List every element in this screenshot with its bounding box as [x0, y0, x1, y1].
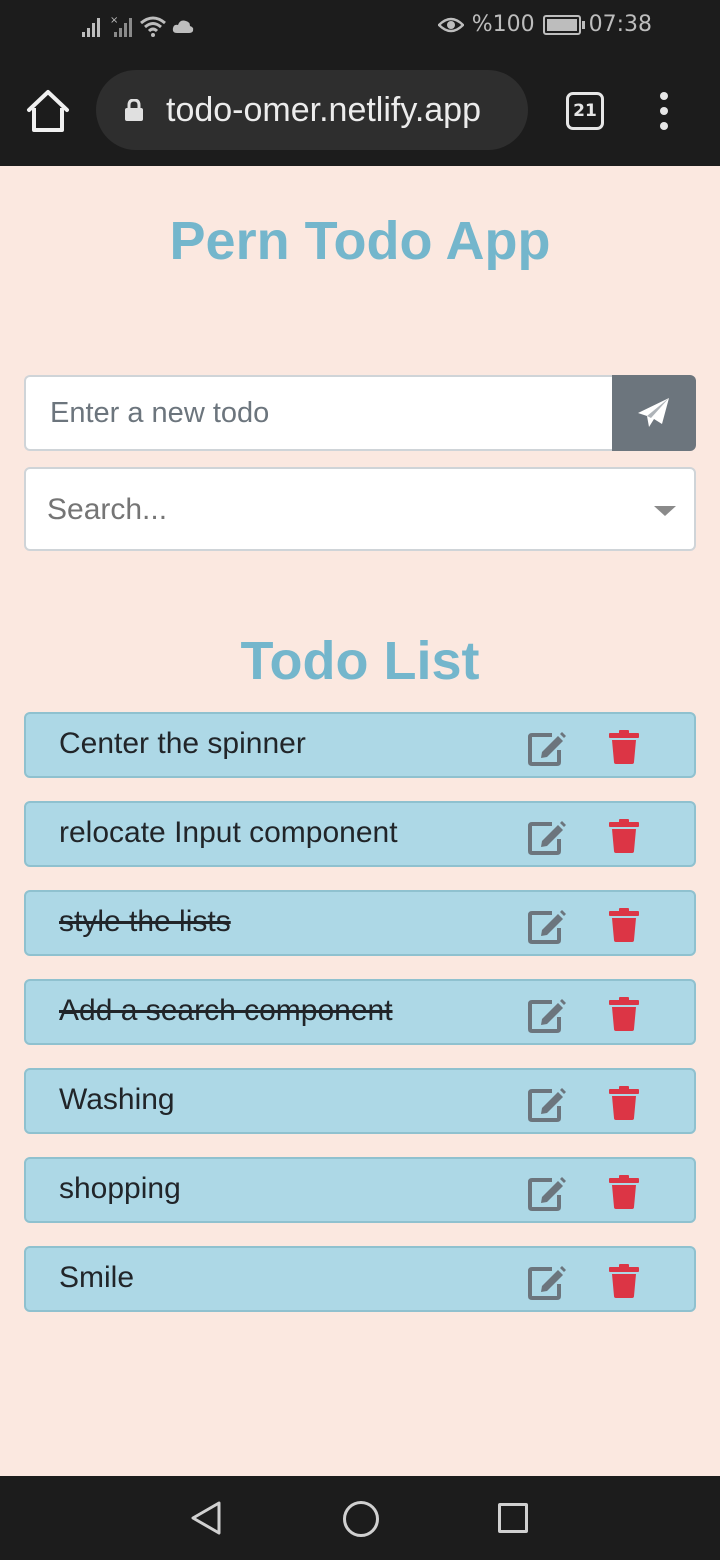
todo-text[interactable]: Smile [59, 1261, 134, 1295]
more-vertical-icon[interactable] [652, 92, 676, 130]
todo-item[interactable]: relocate Input component [24, 801, 696, 867]
svg-text:×: × [110, 15, 118, 26]
status-icons-right: %100 07:38 [437, 12, 652, 37]
edit-icon[interactable] [528, 819, 566, 855]
todo-item[interactable]: shopping [24, 1157, 696, 1223]
trash-icon[interactable] [609, 908, 639, 942]
todo-text[interactable]: Add a search component [59, 994, 393, 1028]
home-circle-icon[interactable] [343, 1501, 379, 1537]
lock-icon [125, 99, 143, 121]
wifi-icon [140, 16, 166, 37]
todo-text[interactable]: Washing [59, 1083, 175, 1117]
back-icon[interactable] [190, 1500, 222, 1536]
trash-icon[interactable] [609, 997, 639, 1031]
battery-icon [542, 14, 585, 35]
system-nav-bar [0, 1476, 720, 1560]
recent-apps-icon[interactable] [498, 1503, 528, 1533]
eye-comfort-icon [437, 17, 464, 32]
todo-item[interactable]: Add a search component [24, 979, 696, 1045]
signal-off-icon: × [110, 15, 132, 37]
todo-item[interactable]: Smile [24, 1246, 696, 1312]
todo-item[interactable]: style the lists [24, 890, 696, 956]
todo-text[interactable]: style the lists [59, 905, 231, 939]
browser-toolbar: todo-omer.netlify.app 21 [0, 56, 720, 166]
signal-icon [82, 18, 100, 37]
trash-icon[interactable] [609, 1264, 639, 1298]
url-text: todo-omer.netlify.app [166, 90, 481, 129]
todo-text[interactable]: relocate Input component [59, 816, 398, 850]
edit-icon[interactable] [528, 1086, 566, 1122]
paper-plane-icon [638, 398, 669, 427]
new-todo-input[interactable] [24, 375, 612, 451]
trash-icon[interactable] [609, 1086, 639, 1120]
edit-icon[interactable] [528, 1264, 566, 1300]
page-title: Pern Todo App [169, 211, 551, 271]
edit-icon[interactable] [528, 1175, 566, 1211]
status-icons-left: × [82, 14, 194, 38]
battery-percent: %100 [471, 12, 535, 37]
clock: 07:38 [588, 12, 652, 37]
edit-icon[interactable] [528, 730, 566, 766]
search-placeholder: Search... [47, 493, 168, 526]
trash-icon[interactable] [609, 730, 639, 764]
chevron-down-icon[interactable] [654, 506, 676, 516]
trash-icon[interactable] [609, 1175, 639, 1209]
search-select[interactable]: Search... [24, 467, 696, 551]
todo-item[interactable]: Center the spinner [24, 712, 696, 778]
cloud-icon [172, 20, 194, 33]
home-icon[interactable] [24, 88, 72, 134]
edit-icon[interactable] [528, 908, 566, 944]
status-bar: × %100 07:38 [0, 0, 720, 56]
edit-icon[interactable] [528, 997, 566, 1033]
todo-text[interactable]: Center the spinner [59, 727, 306, 761]
list-title: Todo List [240, 631, 480, 691]
todo-text[interactable]: shopping [59, 1172, 181, 1206]
trash-icon[interactable] [609, 819, 639, 853]
todo-item[interactable]: Washing [24, 1068, 696, 1134]
new-todo-form [24, 375, 696, 451]
address-bar[interactable]: todo-omer.netlify.app [96, 70, 528, 150]
todo-list: Center the spinner relocate Input compone… [24, 712, 696, 1335]
tabs-button[interactable]: 21 [566, 92, 604, 130]
add-todo-button[interactable] [612, 375, 696, 451]
